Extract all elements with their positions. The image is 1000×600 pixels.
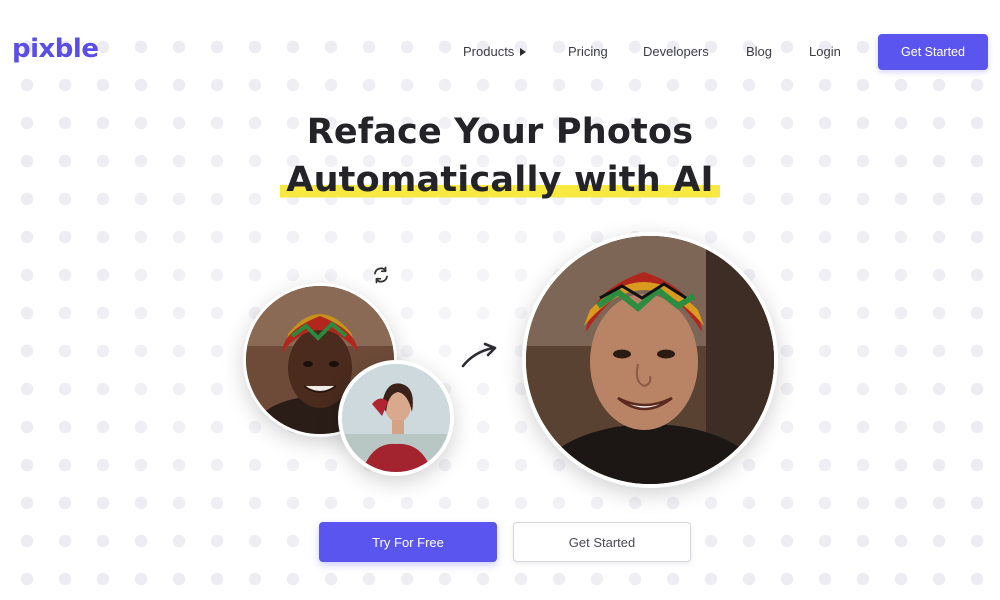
try-for-free-button[interactable]: Try For Free (319, 522, 497, 562)
nav-pricing[interactable]: Pricing (568, 44, 608, 59)
brand-logo[interactable]: pixble (12, 34, 99, 64)
top-strip (0, 0, 1000, 22)
curved-arrow-right-icon (461, 342, 497, 368)
caret-right-icon (520, 48, 527, 56)
header-get-started-button[interactable]: Get Started (878, 34, 988, 70)
nav-products[interactable]: Products (463, 44, 527, 59)
hero-title-line2: Automatically with AI (0, 160, 1000, 200)
nav-blog[interactable]: Blog (746, 44, 772, 59)
background-fade (0, 22, 1000, 600)
result-photo (522, 232, 778, 488)
nav-developers[interactable]: Developers (643, 44, 709, 59)
hero-title-line1: Reface Your Photos (306, 112, 694, 152)
nav-login[interactable]: Login (809, 44, 841, 59)
hero-title-highlight: Automatically with AI (280, 160, 720, 200)
target-photo (338, 360, 454, 476)
nav-products-label: Products (463, 44, 515, 59)
refresh-swap-icon[interactable] (372, 266, 390, 284)
get-started-button[interactable]: Get Started (513, 522, 691, 562)
